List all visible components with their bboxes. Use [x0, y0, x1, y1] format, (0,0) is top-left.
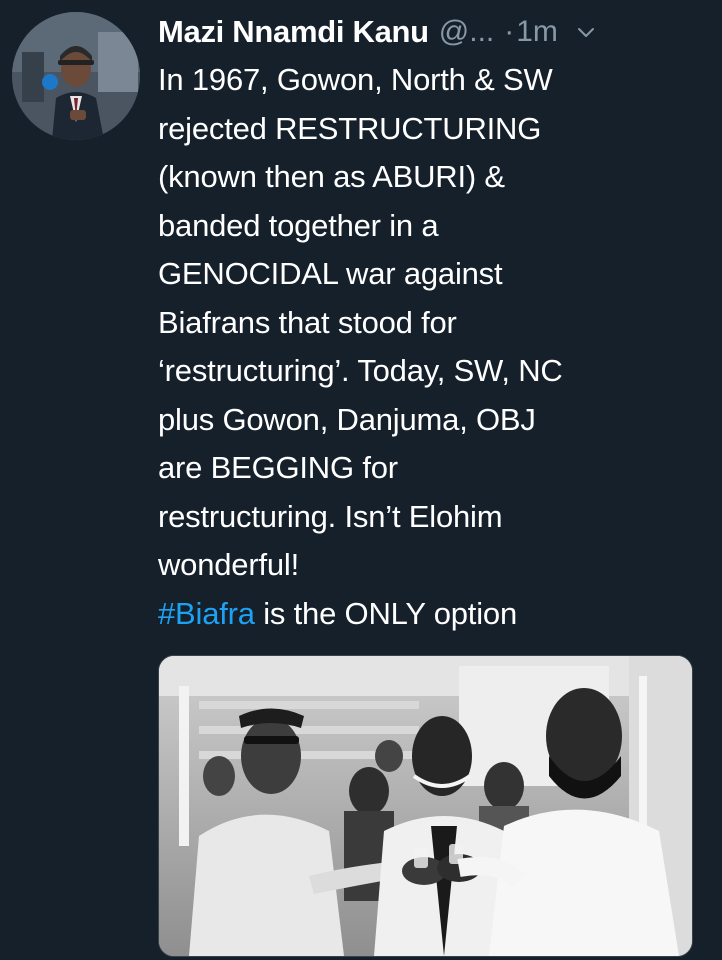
avatar[interactable] [12, 12, 140, 140]
hashtag-link[interactable]: #Biafra [158, 596, 255, 631]
author-name[interactable]: Mazi Nnamdi Kanu [158, 14, 429, 50]
tweet: Mazi Nnamdi Kanu @... · 1m In 1967, Gowo… [0, 0, 722, 960]
tweet-text-line: GENOCIDAL war against [158, 256, 503, 291]
tweet-text-line: banded together in a [158, 207, 439, 243]
author-handle[interactable]: @... [439, 15, 494, 49]
tweet-text-line: wonderful! [158, 547, 300, 582]
chevron-down-icon[interactable] [576, 22, 596, 42]
tweet-text-line: ‘restructuring’. Today, SW, NC [158, 353, 563, 388]
tweet-timestamp[interactable]: 1m [516, 15, 558, 49]
tweet-text-line: restructuring. Isn’t Elohim [158, 498, 503, 534]
tweet-header: Mazi Nnamdi Kanu @... · 1m [158, 12, 708, 52]
tweet-text-last-line: #Biafra is the ONLY option [158, 590, 703, 639]
tweet-text-line-rest: is the ONLY option [254, 595, 517, 631]
tweet-text-line: plus Gowon, Danjuma, OBJ [158, 401, 536, 437]
separator-dot: · [504, 15, 515, 48]
tweet-text-line: Biafrans that stood for [158, 304, 457, 340]
tweet-text-line: In 1967, Gowon, North & SW [158, 62, 553, 97]
tweet-photo[interactable] [158, 655, 693, 957]
tweet-text-line: (known then as ABURI) & [158, 159, 505, 194]
tweet-text: In 1967, Gowon, North & SW rejected REST… [158, 56, 703, 638]
tweet-text-line: are BEGGING for [158, 450, 398, 485]
tweet-text-line: rejected RESTRUCTURING [158, 110, 542, 146]
